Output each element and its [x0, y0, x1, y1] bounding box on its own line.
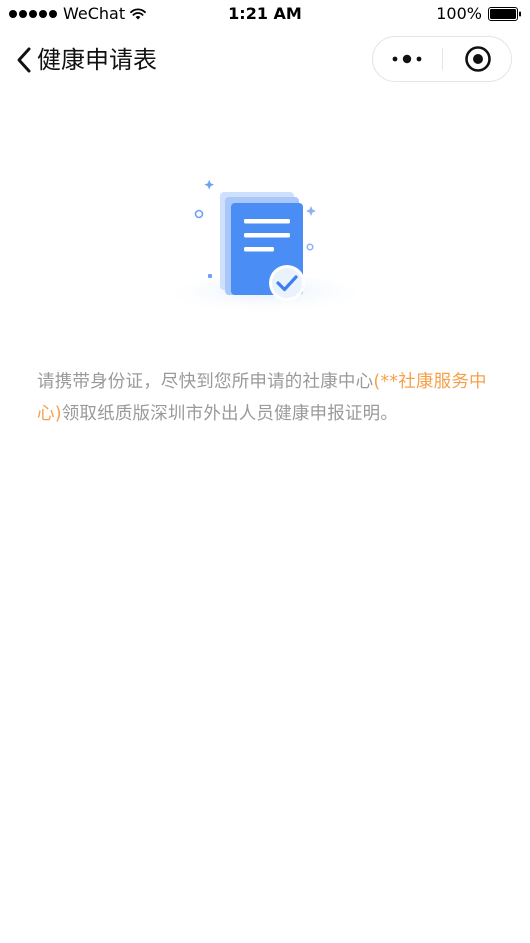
more-dots-icon: [392, 54, 422, 64]
page-title: 健康申请表: [37, 46, 157, 74]
status-right: 100%: [436, 4, 522, 24]
back-button[interactable]: [10, 44, 38, 76]
battery-icon: [488, 7, 521, 21]
capsule-divider: [442, 48, 443, 70]
document-check-icon: [173, 179, 357, 315]
notice-message: 请携带身份证，尽快到您所申请的社康中心(**社康服务中心)领取纸质版深圳市外出人…: [37, 366, 499, 430]
illustration: [170, 170, 360, 315]
nav-bar: 健康申请表: [0, 34, 530, 86]
more-button[interactable]: [373, 37, 441, 81]
status-bar: WeChat 1:21 AM 100%: [0, 0, 530, 30]
close-button[interactable]: [444, 37, 511, 81]
message-text-before: 请携带身份证，尽快到您所申请的社康中心: [37, 372, 374, 392]
battery-percentage: 100%: [436, 4, 482, 23]
message-text-after: 领取纸质版深圳市外出人员健康申报证明。: [61, 404, 399, 424]
target-close-icon: [464, 46, 491, 72]
capsule-menu: [372, 36, 512, 82]
chevron-left-icon: [17, 47, 31, 73]
